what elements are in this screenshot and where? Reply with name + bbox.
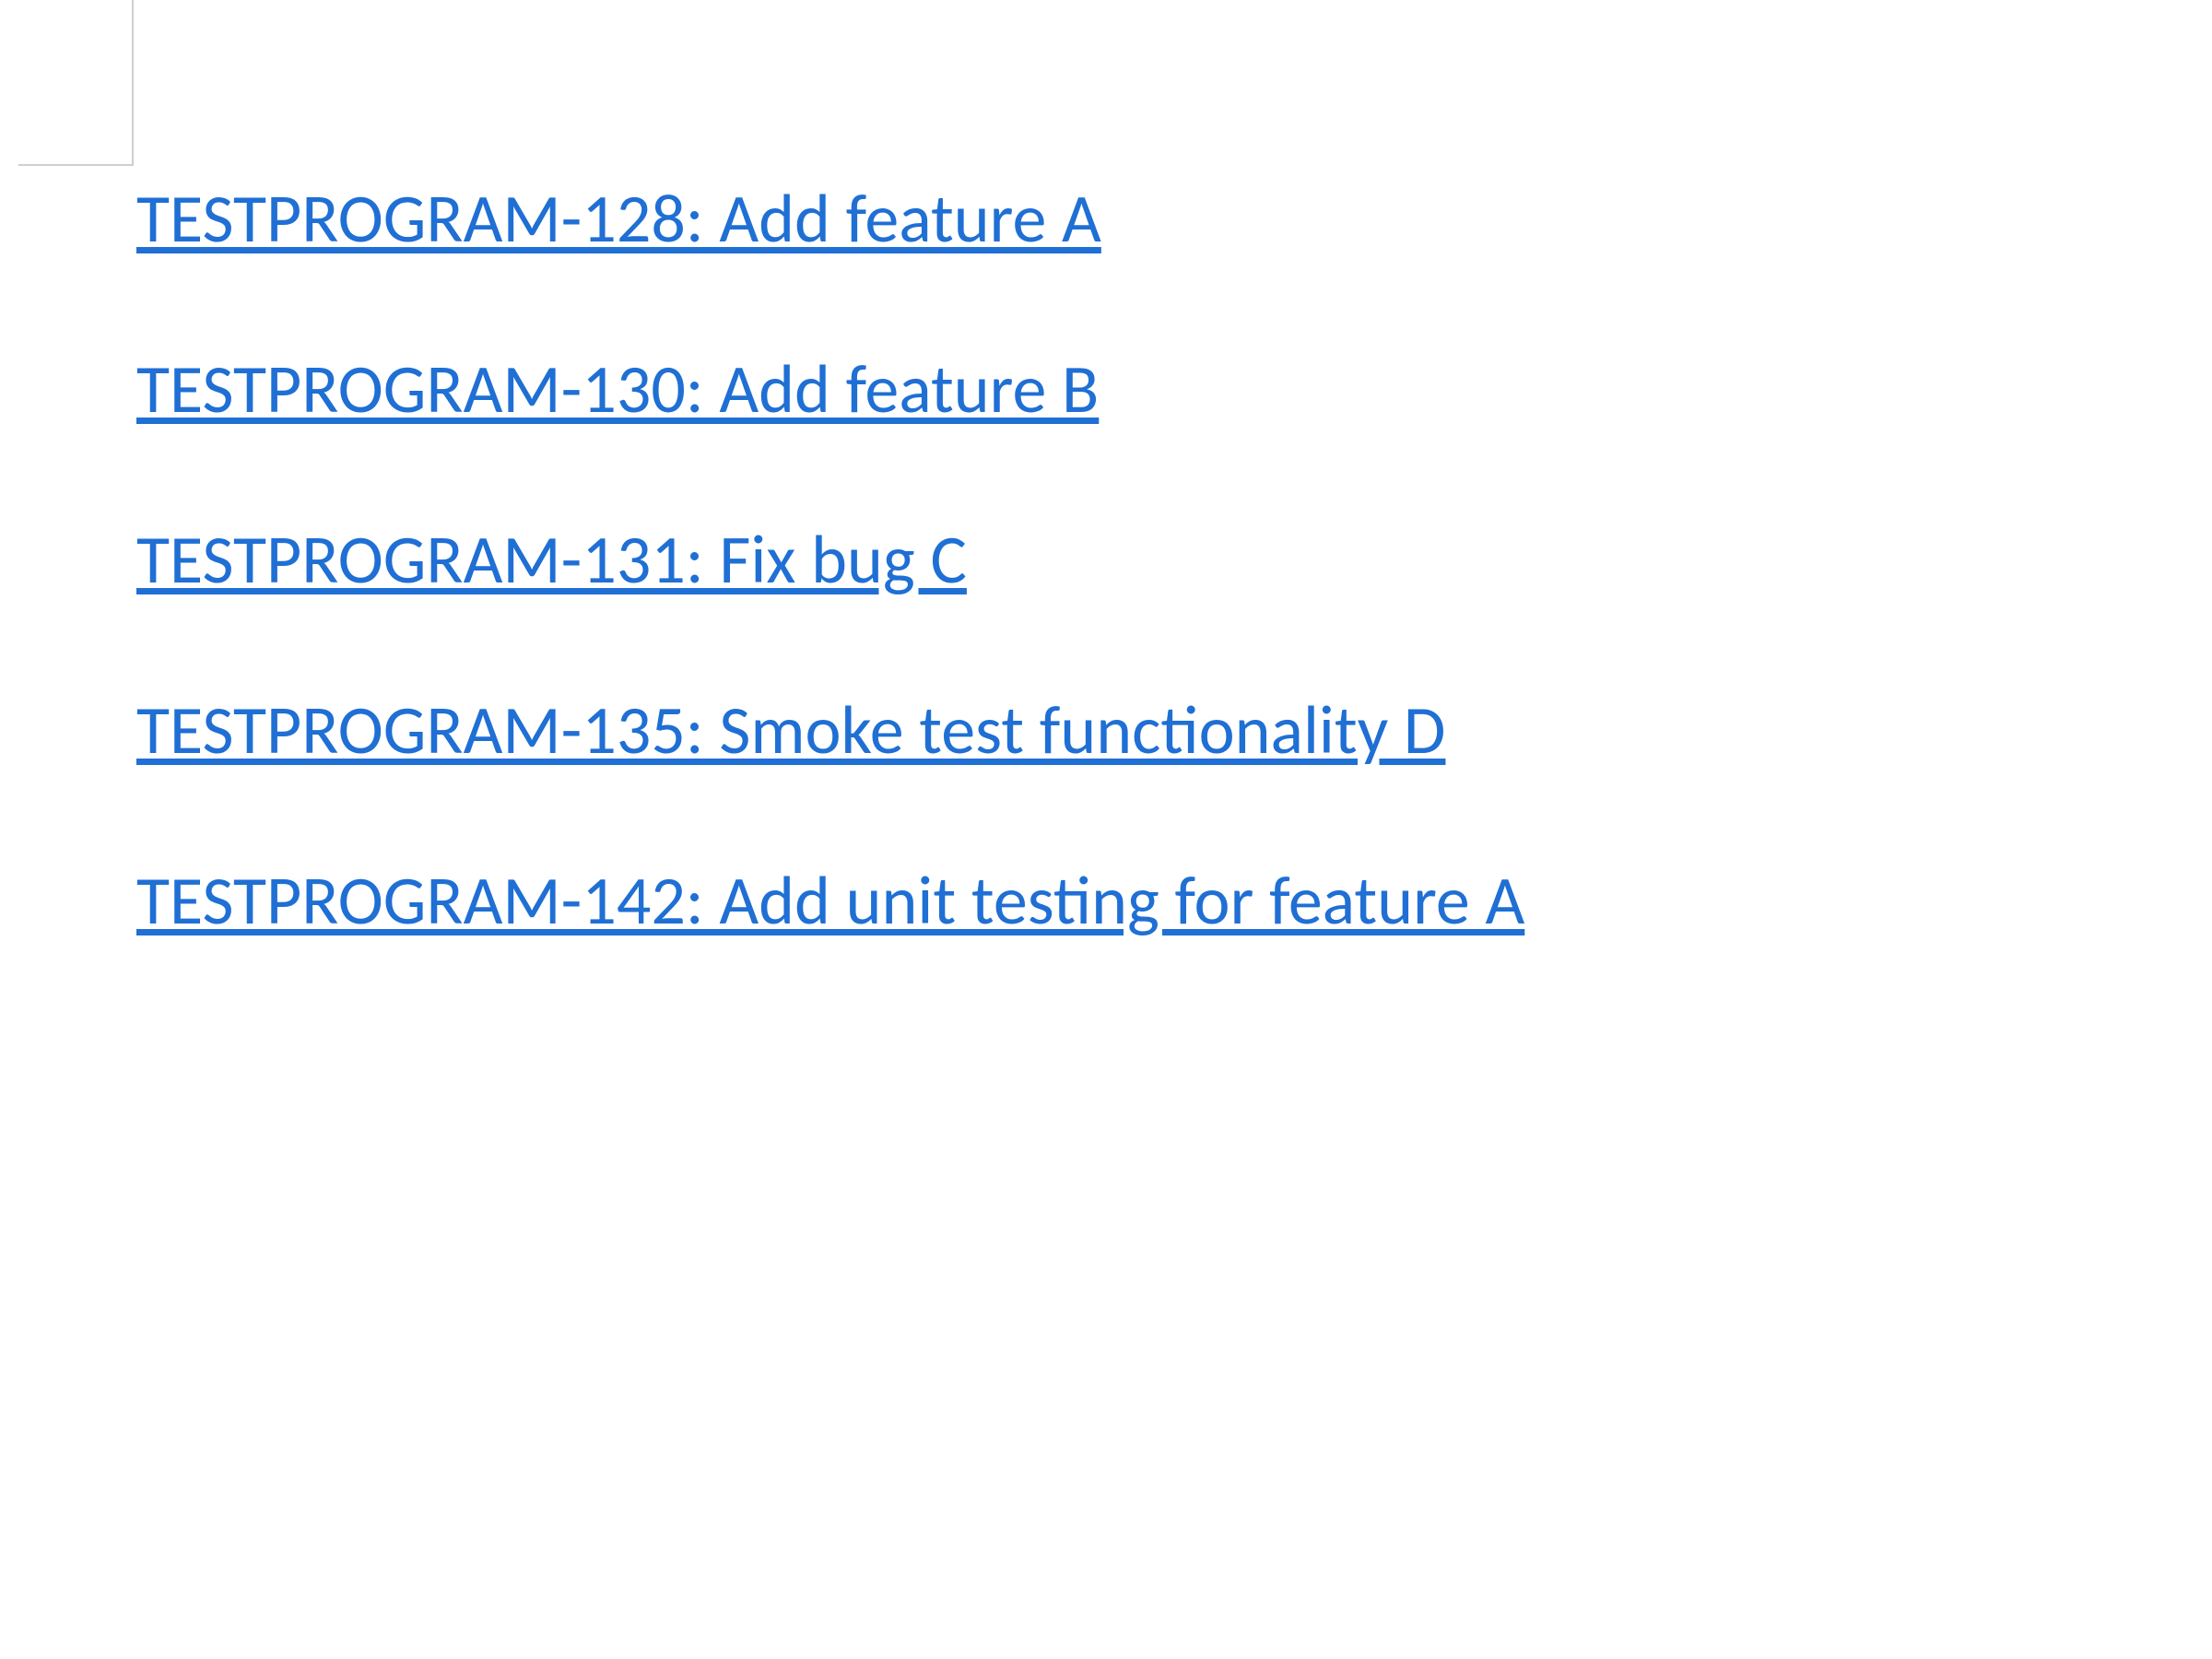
ticket-link-142[interactable]: TESTPROGRAM-142: Add unit testing for fe… (136, 862, 1524, 940)
table-cell-corner (18, 0, 134, 166)
ticket-link-135[interactable]: TESTPROGRAM-135: Smoke test functionalit… (136, 691, 1524, 770)
ticket-list: TESTPROGRAM-128: Add feature A TESTPROGR… (136, 180, 1524, 1032)
ticket-link-128[interactable]: TESTPROGRAM-128: Add feature A (136, 180, 1524, 258)
ticket-link-131[interactable]: TESTPROGRAM-131: Fix bug C (136, 521, 1524, 599)
ticket-link-130[interactable]: TESTPROGRAM-130: Add feature B (136, 350, 1524, 429)
